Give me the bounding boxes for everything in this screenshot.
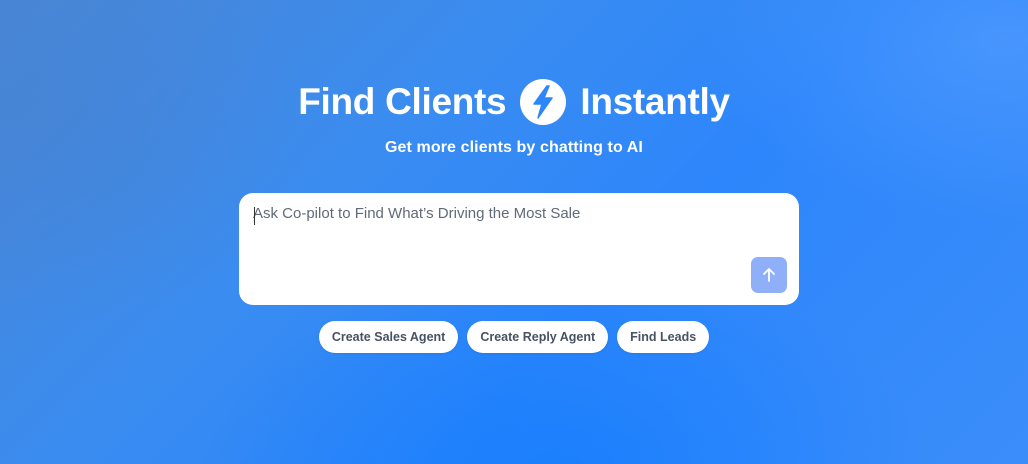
suggestion-chips: Create Sales Agent Create Reply Agent Fi… — [0, 321, 1028, 353]
lightning-bolt-icon — [520, 79, 567, 125]
title-text-left: Find Clients — [298, 81, 507, 122]
create-reply-agent-chip[interactable]: Create Reply Agent — [467, 321, 609, 353]
page-subtitle: Get more clients by chatting to AI — [385, 139, 643, 156]
prompt-box — [239, 193, 799, 305]
page-title: Find Clients Instantly — [0, 74, 1028, 130]
create-sales-agent-chip[interactable]: Create Sales Agent — [318, 321, 459, 353]
find-leads-chip[interactable]: Find Leads — [617, 321, 710, 353]
arrow-up-icon — [760, 266, 778, 284]
send-button[interactable] — [751, 257, 787, 293]
text-caret — [254, 207, 255, 225]
prompt-input[interactable] — [253, 205, 743, 265]
hero-section: Find Clients Instantly Get more clients … — [0, 0, 1028, 464]
title-text-right: Instantly — [580, 81, 730, 122]
